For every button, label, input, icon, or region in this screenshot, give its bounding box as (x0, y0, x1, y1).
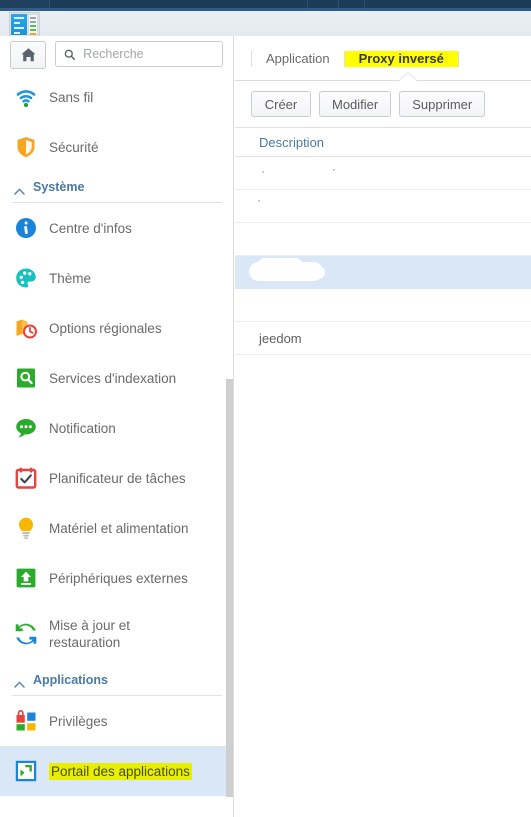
taskbar-segment[interactable] (339, 0, 366, 8)
sidebar-toolbar (0, 36, 233, 77)
home-button[interactable] (10, 41, 46, 69)
tab-proxy-inverse[interactable]: Proxy inversé (344, 50, 459, 67)
indexing-search-icon (14, 366, 38, 390)
sidebar-item-sans-fil[interactable]: Sans fil (0, 72, 233, 122)
shield-icon (14, 135, 38, 159)
cell-description: jeedom (259, 330, 302, 346)
wifi-icon (14, 85, 38, 109)
sidebar-item-label: Thème (49, 270, 92, 286)
sidebar-item-label: Portail des applications (49, 762, 192, 780)
search-icon (64, 49, 76, 60)
sidebar-item-mise-a-jour-et-restauration[interactable]: Mise à jour et restauration (0, 603, 233, 665)
sidebar-group-label: Applications (33, 673, 109, 687)
sidebar: Sans fil Sécurité Sys (0, 36, 234, 817)
reverse-proxy-table: Description jeedom (235, 127, 531, 355)
sidebar-item-portail-des-applications[interactable]: Portail des applications (0, 746, 233, 796)
taskbar-segment[interactable] (308, 0, 339, 8)
search-input[interactable] (81, 46, 214, 62)
taskbar-segment-start[interactable] (0, 0, 50, 8)
sidebar-item-centre-dinfos[interactable]: Centre d'infos (0, 203, 233, 253)
sidebar-group-label: Système (33, 180, 85, 194)
sidebar-item-label: Privilèges (49, 713, 108, 729)
redaction-mask (249, 258, 325, 281)
sidebar-item-securite[interactable]: Sécurité (0, 122, 233, 172)
chat-bubble-icon (14, 416, 38, 440)
tab-pointer (399, 73, 417, 81)
sidebar-nav: Sans fil Sécurité Système Centre d'infos… (0, 72, 233, 817)
sidebar-group-applications[interactable]: Applications (0, 665, 233, 695)
sidebar-item-label: Matériel et alimentation (49, 520, 189, 536)
sidebar-item-services-dindexation[interactable]: Services d'indexation (0, 353, 233, 403)
sidebar-item-partial[interactable] (0, 796, 233, 814)
sidebar-item-label: Périphériques externes (49, 570, 188, 586)
column-header-description: Description (259, 134, 325, 150)
create-button[interactable]: Créer (251, 91, 311, 117)
control-panel-icon (9, 11, 41, 44)
privileges-squares-icon (14, 709, 38, 733)
palette-icon (14, 266, 38, 290)
table-row[interactable] (235, 289, 531, 322)
tab-underline (235, 80, 531, 81)
tab-application[interactable]: Application (251, 50, 345, 67)
external-device-icon (14, 566, 38, 590)
sidebar-item-label: Mise à jour et restauration (49, 618, 131, 650)
regional-clock-icon (14, 316, 38, 340)
taskbar-segment[interactable] (50, 0, 309, 8)
os-taskbar (0, 0, 531, 8)
sidebar-item-peripheriques-externes[interactable]: Périphériques externes (0, 553, 233, 603)
table-row[interactable] (235, 157, 531, 190)
sidebar-item-label: Planificateur de tâches (49, 470, 186, 486)
sidebar-item-theme[interactable]: Thème (0, 253, 233, 303)
action-toolbar: Créer Modifier Supprimer (235, 81, 531, 127)
table-row[interactable] (235, 256, 531, 289)
sidebar-item-label: Centre d'infos (49, 220, 132, 236)
lightbulb-icon (14, 516, 38, 540)
window-header (0, 11, 531, 44)
refresh-arrows-icon (14, 622, 38, 646)
sidebar-item-notification[interactable]: Notification (0, 403, 233, 453)
sidebar-item-label: Options régionales (49, 320, 162, 336)
sidebar-item-label: Services d'indexation (49, 370, 177, 386)
app-portal-icon (14, 759, 38, 783)
info-circle-icon (14, 216, 38, 240)
sidebar-scrollbar[interactable] (226, 379, 233, 797)
tab-bar: Application Proxy inversé (235, 36, 531, 81)
sidebar-group-systeme[interactable]: Système (0, 172, 233, 202)
home-icon (21, 48, 35, 62)
calendar-check-icon (14, 466, 38, 490)
sidebar-item-label: Sécurité (49, 139, 99, 155)
table-row[interactable]: jeedom (235, 322, 531, 355)
control-panel-window: Sans fil Sécurité Sys (0, 11, 531, 817)
sidebar-item-label: Notification (49, 420, 116, 436)
table-row[interactable] (235, 190, 531, 223)
table-header: Description (235, 128, 531, 157)
chevron-up-icon (14, 184, 25, 195)
edit-button[interactable]: Modifier (319, 91, 392, 117)
search-box[interactable] (55, 41, 223, 67)
content-pane: Application Proxy inversé Créer Modifier… (235, 36, 531, 817)
sidebar-item-planificateur-de-taches[interactable]: Planificateur de tâches (0, 453, 233, 503)
sidebar-item-privileges[interactable]: Privilèges (0, 696, 233, 746)
table-row[interactable] (235, 223, 531, 256)
taskbar-segment-end[interactable] (365, 0, 531, 8)
sidebar-item-materiel-et-alimentation[interactable]: Matériel et alimentation (0, 503, 233, 553)
chevron-up-icon (14, 677, 25, 688)
sidebar-item-label: Sans fil (49, 89, 94, 105)
sidebar-item-options-regionales[interactable]: Options régionales (0, 303, 233, 353)
delete-button[interactable]: Supprimer (399, 91, 486, 117)
